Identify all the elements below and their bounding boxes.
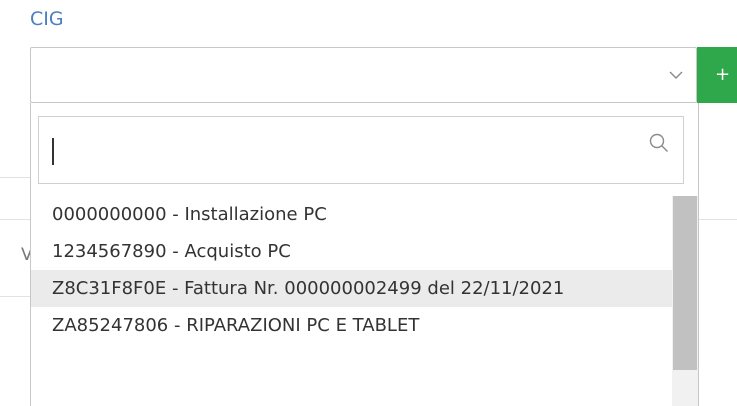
text-caret	[52, 138, 54, 165]
cig-label: CIG	[30, 8, 64, 30]
dropdown-search-field[interactable]	[38, 116, 684, 184]
list-item[interactable]: ZA85247806 - RIPARAZIONI PC E TABLET	[31, 307, 672, 344]
cig-dropdown: 0000000000 - Installazione PC 1234567890…	[30, 103, 699, 406]
cig-select[interactable]	[30, 47, 697, 103]
add-cig-button[interactable]: +	[697, 47, 737, 103]
list-item[interactable]: 1234567890 - Acquisto PC	[31, 233, 672, 270]
options-list: 0000000000 - Installazione PC 1234567890…	[31, 196, 672, 344]
background-divider-right	[698, 219, 737, 220]
scrollbar-thumb[interactable]	[673, 196, 697, 370]
search-icon	[649, 133, 668, 152]
chevron-down-icon[interactable]	[668, 67, 684, 83]
list-item[interactable]: Z8C31F8F0E - Fattura Nr. 000000002499 de…	[31, 270, 672, 307]
list-item[interactable]: 0000000000 - Installazione PC	[31, 196, 672, 233]
